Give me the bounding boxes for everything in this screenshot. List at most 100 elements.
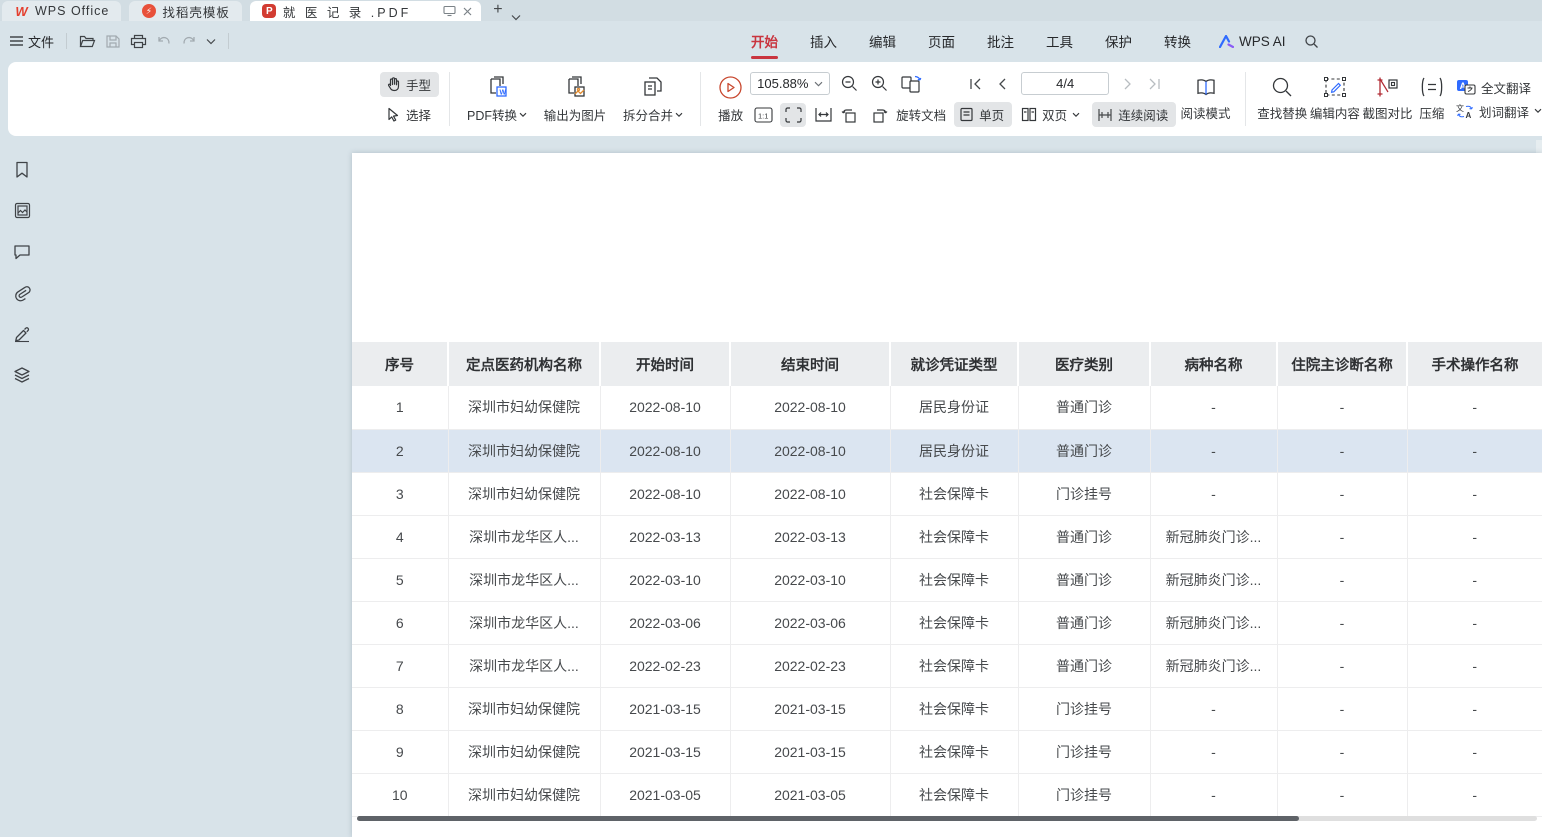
open-folder-icon[interactable] <box>79 34 96 49</box>
tab-document-pdf[interactable]: P 就 医 记 录 .PDF <box>250 1 481 21</box>
menu-item-5[interactable]: 批注 <box>973 27 1028 55</box>
table-cell: 深圳市妇幼保健院 <box>448 386 600 429</box>
docer-logo-icon: ⚡ <box>141 4 156 19</box>
medical-records-table: 序号定点医药机构名称开始时间结束时间就诊凭证类型医疗类别病种名称住院主诊断名称手… <box>352 342 1542 817</box>
tab-label: 找稻壳模板 <box>162 2 230 21</box>
print-icon[interactable] <box>130 34 147 49</box>
menu-item-1[interactable]: 开始 <box>737 27 792 55</box>
quick-access-chevron-icon[interactable] <box>206 38 216 45</box>
screenshot-compare-button[interactable]: 截图对比 <box>1361 76 1414 122</box>
tab-list-chevron-icon[interactable] <box>511 14 527 21</box>
column-header: 住院主诊断名称 <box>1277 342 1407 386</box>
wps-ai-logo-icon <box>1219 35 1234 48</box>
screen-share-icon[interactable] <box>443 5 456 17</box>
horizontal-scrollbar-track[interactable] <box>357 816 1537 821</box>
read-mode-icon <box>1194 77 1218 98</box>
hand-tool-button[interactable]: 手型 <box>380 72 439 97</box>
menu-item-3[interactable]: 编辑 <box>855 27 910 55</box>
swap-pages-icon[interactable] <box>896 72 928 96</box>
read-mode-button[interactable]: 阅读模式 <box>1176 77 1235 122</box>
table-row: 9深圳市妇幼保健院2021-03-152021-03-15社会保障卡门诊挂号--… <box>352 730 1542 773</box>
table-cell: 门诊挂号 <box>1018 730 1150 773</box>
continuous-read-button[interactable]: 连续阅读 <box>1092 102 1176 127</box>
table-cell: 深圳市妇幼保健院 <box>448 773 600 816</box>
redo-icon[interactable] <box>181 34 197 48</box>
file-menu-button[interactable]: 文件 <box>10 32 54 51</box>
compress-button[interactable]: 压缩 <box>1414 76 1450 122</box>
find-replace-button[interactable]: 查找替换 <box>1256 76 1309 122</box>
menu-item-wps-ai[interactable]: WPS AI <box>1209 30 1296 53</box>
page-indicator-input[interactable]: 4/4 <box>1021 72 1109 95</box>
layers-icon[interactable] <box>9 361 36 388</box>
table-row: 10深圳市妇幼保健院2021-03-052021-03-05社会保障卡门诊挂号-… <box>352 773 1542 816</box>
bookmark-icon[interactable] <box>9 156 36 183</box>
prev-page-icon[interactable] <box>991 73 1013 95</box>
menu-item-8[interactable]: 转换 <box>1150 27 1205 55</box>
table-cell: 普通门诊 <box>1018 515 1150 558</box>
export-image-button[interactable]: 输出为图片 <box>534 74 616 124</box>
select-tool-button[interactable]: 选择 <box>380 102 439 127</box>
translate-group: A 全文翻译 文A 划词翻译 <box>1456 78 1542 121</box>
word-translate-button[interactable]: 文A 划词翻译 <box>1456 102 1542 121</box>
comment-icon[interactable] <box>9 238 36 265</box>
pdf-page: 序号定点医药机构名称开始时间结束时间就诊凭证类型医疗类别病种名称住院主诊断名称手… <box>352 153 1542 837</box>
menu-search-icon[interactable] <box>1296 30 1327 53</box>
rotate-left-icon[interactable] <box>836 103 862 127</box>
rotate-doc-label[interactable]: 旋转文档 <box>896 105 946 124</box>
screenshot-compare-icon <box>1376 76 1400 98</box>
undo-icon[interactable] <box>156 34 172 48</box>
hand-icon <box>385 76 401 92</box>
table-cell: 3 <box>352 472 448 515</box>
next-page-icon[interactable] <box>1117 73 1139 95</box>
last-page-icon[interactable] <box>1143 73 1165 95</box>
pdf-convert-button[interactable]: W PDF转换 <box>460 74 534 124</box>
new-tab-button[interactable]: + <box>483 1 510 21</box>
menu-item-7[interactable]: 保护 <box>1091 27 1146 55</box>
table-row: 7深圳市龙华区人...2022-02-232022-02-23社会保障卡普通门诊… <box>352 644 1542 687</box>
menu-bar-items: 开始插入编辑页面批注工具保护转换 <box>737 27 1209 55</box>
horizontal-scrollbar-thumb[interactable] <box>357 816 1299 821</box>
first-page-icon[interactable] <box>965 73 987 95</box>
menu-item-4[interactable]: 页面 <box>914 27 969 55</box>
zoom-level-combobox[interactable]: 105.88% <box>750 72 830 95</box>
zoom-in-icon[interactable] <box>866 72 892 96</box>
full-translate-button[interactable]: A 全文翻译 <box>1456 78 1542 97</box>
double-page-button[interactable]: 双页 <box>1016 102 1088 127</box>
table-cell: - <box>1407 429 1542 472</box>
divider <box>449 72 450 126</box>
zoom-out-icon[interactable] <box>836 72 862 96</box>
table-cell: 8 <box>352 687 448 730</box>
close-tab-icon[interactable] <box>462 6 473 17</box>
fit-page-button[interactable] <box>780 103 806 127</box>
signature-icon[interactable] <box>9 320 36 347</box>
play-button[interactable]: 播放 <box>711 75 750 124</box>
column-header: 序号 <box>352 342 448 386</box>
hamburger-icon <box>10 36 23 46</box>
split-merge-button[interactable]: 拆分合并 <box>616 74 690 124</box>
table-row: 8深圳市妇幼保健院2021-03-152021-03-15社会保障卡门诊挂号--… <box>352 687 1542 730</box>
table-cell: - <box>1407 558 1542 601</box>
tab-docer-template[interactable]: ⚡ 找稻壳模板 <box>129 1 242 21</box>
menu-item-2[interactable]: 插入 <box>796 27 851 55</box>
column-header: 医疗类别 <box>1018 342 1150 386</box>
table-cell: - <box>1277 644 1407 687</box>
edit-content-button[interactable]: 编辑内容 <box>1309 76 1362 122</box>
menu-item-6[interactable]: 工具 <box>1032 27 1087 55</box>
actual-size-button[interactable]: 1:1 <box>750 103 776 127</box>
fit-width-button[interactable] <box>810 103 836 127</box>
table-cell: 门诊挂号 <box>1018 687 1150 730</box>
table-cell: - <box>1277 730 1407 773</box>
table-row: 2深圳市妇幼保健院2022-08-102022-08-10居民身份证普通门诊--… <box>352 429 1542 472</box>
pointer-tools-group: 手型 选择 <box>380 72 439 127</box>
table-cell: 社会保障卡 <box>890 773 1018 816</box>
tab-wps-office[interactable]: W WPS Office <box>2 1 121 21</box>
thumbnails-icon[interactable] <box>9 197 36 224</box>
table-cell: 2022-08-10 <box>600 386 730 429</box>
save-icon[interactable] <box>105 34 121 49</box>
table-cell: 深圳市龙华区人... <box>448 644 600 687</box>
attachment-icon[interactable] <box>9 279 36 306</box>
table-cell: 深圳市妇幼保健院 <box>448 730 600 773</box>
table-cell: - <box>1150 472 1277 515</box>
single-page-button[interactable]: 单页 <box>954 102 1012 127</box>
rotate-right-icon[interactable] <box>866 103 892 127</box>
